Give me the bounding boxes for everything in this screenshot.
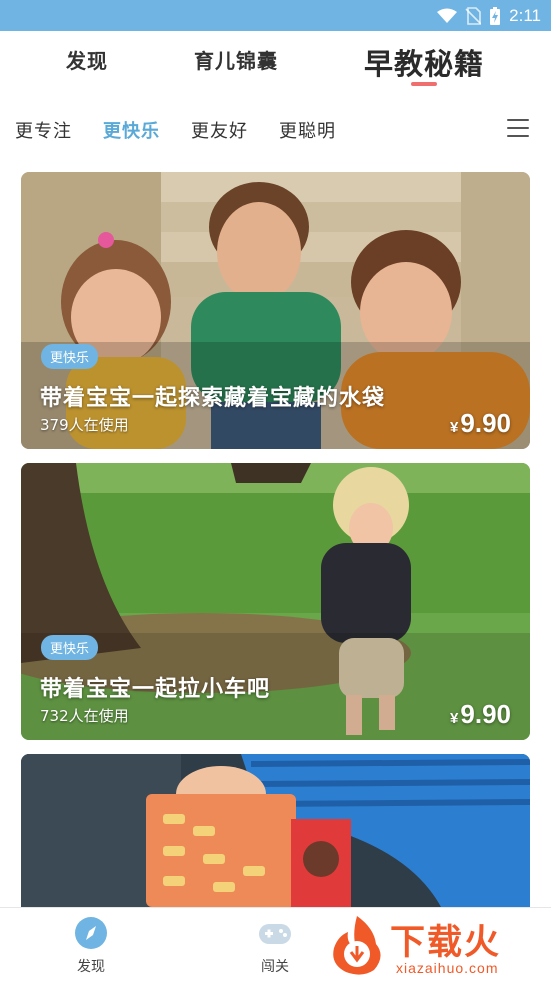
card-title: 带着宝宝一起拉小车吧 (40, 677, 271, 702)
price-amount: 9.90 (460, 699, 511, 729)
card-title: 带着宝宝一起探索藏着宝藏的水袋 (40, 386, 386, 411)
active-tab-indicator (411, 82, 437, 86)
nav-item-challenge[interactable]: 闯关 (235, 916, 315, 976)
status-icons: 2:11 (437, 0, 541, 31)
gamepad-icon (259, 924, 291, 944)
currency-symbol: ¥ (450, 710, 459, 727)
nav-item-discover[interactable]: 发现 (51, 916, 131, 976)
card-image-toy-blocks (21, 754, 530, 907)
tab-parenting-tips[interactable]: 育儿锦囊 (194, 45, 278, 74)
menu-icon[interactable] (507, 119, 529, 139)
sub-tab-friendly[interactable]: 更友好 (191, 117, 248, 143)
no-sim-icon (465, 6, 482, 25)
nav-label: 闯关 (261, 959, 289, 975)
card-tag: 更快乐 (41, 344, 99, 369)
card-price: ¥9.90 (450, 408, 511, 439)
watermark: 下载火 xiazaihuo.com (326, 912, 548, 978)
top-tabs: 发现 育儿锦囊 早教秘籍 (0, 31, 551, 103)
card-price: ¥9.90 (450, 699, 511, 730)
sub-tab-focus[interactable]: 更专注 (15, 117, 72, 143)
currency-symbol: ¥ (450, 419, 459, 436)
sub-tab-happy[interactable]: 更快乐 (103, 117, 160, 143)
course-card[interactable] (21, 754, 530, 907)
flame-logo-icon (333, 916, 381, 975)
status-time: 2:11 (509, 5, 541, 25)
wifi-icon (437, 8, 458, 23)
nav-label: 发现 (77, 959, 105, 975)
course-card[interactable]: 更快乐 带着宝宝一起探索藏着宝藏的水袋 379人在使用 ¥9.90 (21, 172, 530, 449)
course-card[interactable]: 更快乐 带着宝宝一起拉小车吧 732人在使用 ¥9.90 (21, 463, 530, 740)
tab-early-education[interactable]: 早教秘籍 (364, 41, 484, 83)
card-user-count: 732人在使用 (40, 707, 129, 725)
watermark-text: 下载火 (390, 923, 502, 963)
watermark-url: xiazaihuo.com (396, 960, 499, 976)
battery-charging-icon (490, 6, 501, 25)
price-amount: 9.90 (460, 408, 511, 438)
card-user-count: 379人在使用 (40, 416, 129, 434)
tab-discover[interactable]: 发现 (66, 45, 108, 74)
card-tag: 更快乐 (41, 635, 99, 660)
status-bar: 2:11 (0, 0, 551, 31)
compass-icon (75, 917, 107, 949)
sub-tab-smart[interactable]: 更聪明 (279, 117, 336, 143)
sub-tabs: 更专注 更快乐 更友好 更聪明 (0, 103, 551, 157)
